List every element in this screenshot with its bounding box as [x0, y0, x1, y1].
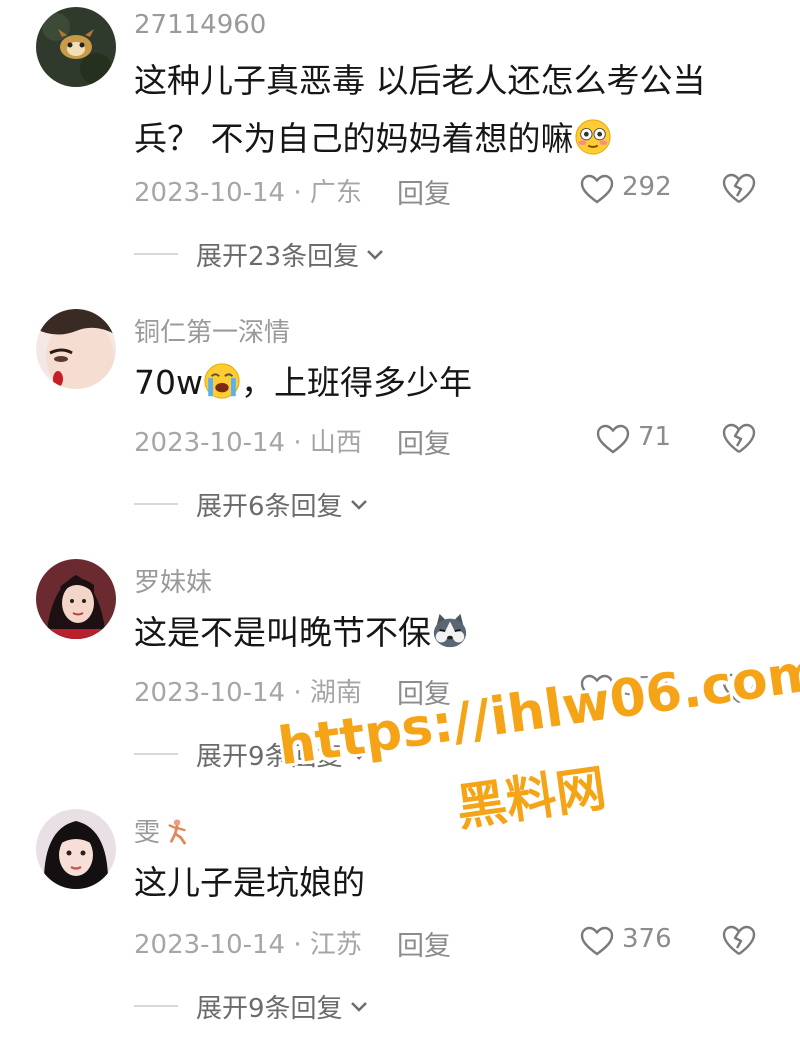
date-location: 2023-10-14 · 山西	[134, 428, 362, 458]
username[interactable]: 铜仁第一深情	[134, 312, 290, 349]
divider	[134, 753, 178, 755]
dancing-figure-emoji	[164, 817, 192, 852]
reply-button[interactable]: 回复	[397, 924, 451, 963]
reply-button[interactable]: 回复	[397, 172, 451, 211]
heart-icon[interactable]	[580, 926, 614, 956]
chevron-down-icon	[350, 1001, 367, 1012]
divider	[134, 1005, 178, 1007]
flushed-face-emoji	[574, 116, 612, 155]
heart-icon[interactable]	[596, 424, 630, 454]
date-location: 2023-10-14 · 江苏	[134, 930, 362, 960]
like-count: 71	[638, 422, 672, 452]
comment-text: 这种儿子真恶毒 以后老人还怎么考公当兵？ 不为自己的妈妈着想的嘛	[134, 61, 706, 158]
comment-item: 铜仁第一深情 70w ，上班得多少年 2023-10-14 · 山西 回复 71…	[0, 300, 800, 550]
comment-text: 这儿子是坑娘的	[134, 863, 365, 902]
broken-heart-icon[interactable]	[722, 172, 756, 204]
broken-heart-icon[interactable]	[722, 924, 756, 956]
avatar[interactable]	[36, 309, 116, 389]
expand-replies-button[interactable]: 展开23条回复	[196, 236, 385, 273]
loudly-crying-face-emoji	[203, 360, 241, 399]
like-count: 376	[622, 924, 672, 954]
avatar[interactable]	[36, 559, 116, 639]
divider	[134, 253, 178, 255]
reply-button[interactable]: 回复	[397, 422, 451, 461]
husky-dog-emoji	[431, 610, 469, 648]
like-count: 292	[622, 172, 672, 202]
chevron-down-icon	[367, 249, 383, 260]
broken-heart-icon[interactable]	[722, 422, 756, 454]
avatar[interactable]	[36, 7, 116, 87]
date-location: 2023-10-14 · 广东	[134, 178, 362, 208]
username[interactable]: 27114960	[134, 10, 266, 40]
divider	[134, 503, 178, 505]
avatar[interactable]	[36, 809, 116, 889]
chevron-down-icon	[350, 499, 367, 510]
username[interactable]: 雯	[134, 812, 192, 852]
expand-replies-button[interactable]: 展开6条回复	[196, 486, 369, 523]
heart-icon[interactable]	[580, 174, 614, 204]
expand-replies-button[interactable]: 展开9条回复	[196, 988, 369, 1025]
comment-text: 70w ，上班得多少年	[134, 354, 734, 412]
username[interactable]: 罗妹妹	[134, 562, 212, 599]
comment-item: 27114960 这种儿子真恶毒 以后老人还怎么考公当兵？ 不为自己的妈妈着想的…	[0, 0, 800, 272]
